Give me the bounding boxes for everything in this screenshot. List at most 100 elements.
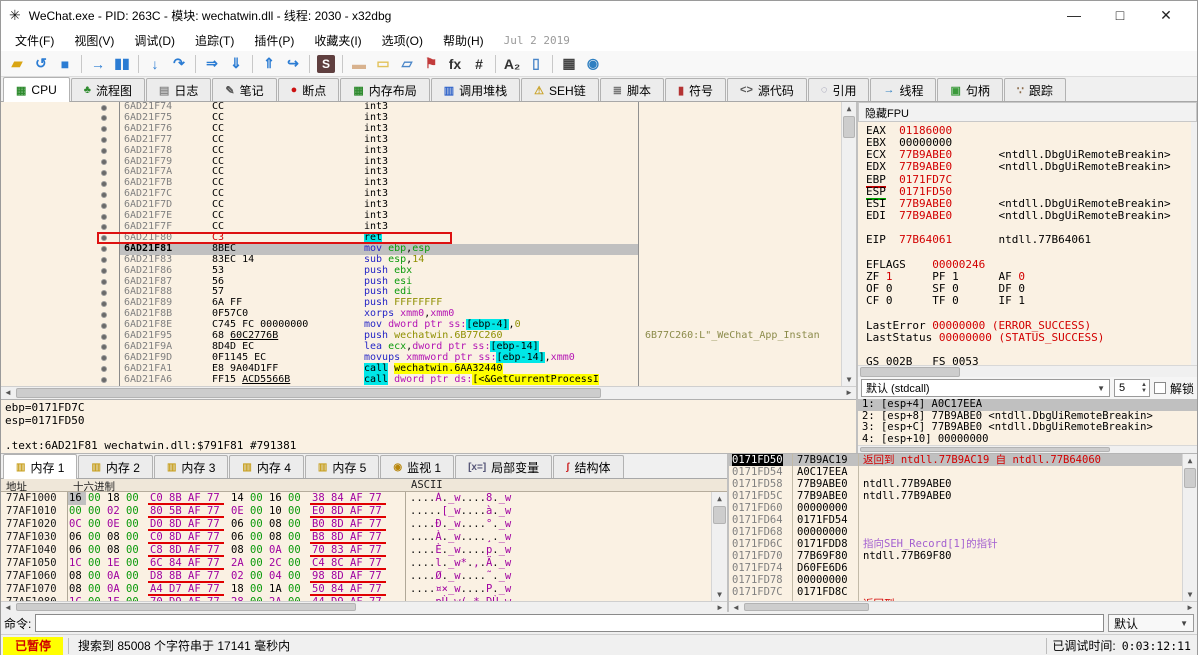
scroll-thumb[interactable] bbox=[713, 506, 726, 524]
breakpoint-dot[interactable] bbox=[101, 301, 107, 307]
tab-dump-1[interactable]: ▥内存 1 bbox=[3, 454, 77, 479]
breakpoint-gutter[interactable] bbox=[1, 287, 120, 298]
disasm-row[interactable]: 6AD21F8383EC 14sub esp,14 bbox=[1, 255, 856, 266]
tab-struct[interactable]: ʃ结构体 bbox=[553, 455, 623, 478]
comment-icon[interactable]: ▭ bbox=[371, 53, 395, 75]
breakpoint-dot[interactable] bbox=[101, 246, 107, 252]
breakpoint-gutter[interactable] bbox=[1, 331, 120, 342]
arg-count-spinner[interactable]: 5 ▲▼ bbox=[1114, 379, 1150, 397]
stack-row[interactable]: 0171FD6800000000 bbox=[729, 526, 1197, 538]
stack-table-body[interactable]: 0171FD5077B9AC19返回到 ntdll.77B9AC19 自 ntd… bbox=[729, 454, 1197, 601]
calculator-icon[interactable]: ▦ bbox=[557, 53, 581, 75]
breakpoint-gutter[interactable] bbox=[1, 102, 120, 113]
tab-handles[interactable]: ▣句柄 bbox=[937, 78, 1002, 101]
scroll-down-arrow[interactable]: ▼ bbox=[712, 588, 727, 601]
run-icon[interactable]: → bbox=[86, 53, 110, 75]
stack-row[interactable]: 0171FD5877B9ABE0ntdll.77B9ABE0 bbox=[729, 478, 1197, 490]
breakpoint-gutter[interactable] bbox=[1, 157, 120, 168]
bookmark-icon[interactable]: ⚑ bbox=[419, 53, 443, 75]
arguments-hscrollbar[interactable] bbox=[858, 445, 1197, 453]
scroll-right-arrow[interactable]: ► bbox=[1183, 602, 1197, 614]
scroll-up-arrow[interactable]: ▲ bbox=[1183, 454, 1197, 467]
patch-icon[interactable]: ▬ bbox=[347, 53, 371, 75]
breakpoint-gutter[interactable] bbox=[1, 342, 120, 353]
disasm-row[interactable]: 6AD21F77CCint3 bbox=[1, 135, 856, 146]
breakpoint-gutter[interactable] bbox=[1, 200, 120, 211]
breakpoint-gutter[interactable] bbox=[1, 375, 120, 386]
stack-vscrollbar[interactable]: ▲ ▼ bbox=[1182, 454, 1197, 601]
argument-row[interactable]: 4: [esp+10] 00000000 bbox=[858, 434, 1197, 446]
tab-locals[interactable]: [x=]局部变量 bbox=[455, 455, 552, 478]
tab-trace[interactable]: ∵跟踪 bbox=[1004, 78, 1066, 101]
breakpoint-dot[interactable] bbox=[101, 137, 107, 143]
dump-row[interactable]: 77AF100016001800C08BAF77140016003884AF77… bbox=[1, 492, 727, 505]
tab-symbols[interactable]: ▮符号 bbox=[665, 78, 726, 101]
register-line[interactable]: EDI 77B9ABE0 <ntdll.DbgUiRemoteBreakin> bbox=[866, 210, 1191, 222]
breakpoint-gutter[interactable] bbox=[1, 135, 120, 146]
step-over-icon[interactable]: ↷ bbox=[167, 53, 191, 75]
close-button[interactable]: ✕ bbox=[1143, 7, 1189, 24]
menu-item[interactable]: 插件(P) bbox=[244, 30, 304, 51]
stack-row[interactable]: 0171FD6000000000 bbox=[729, 502, 1197, 514]
dump-row[interactable]: 77AF10501C001E006C84AF772A002C00C48CAF77… bbox=[1, 557, 727, 570]
breakpoint-gutter[interactable] bbox=[1, 320, 120, 331]
tab-cpu[interactable]: ▦CPU bbox=[3, 77, 70, 102]
phone-icon[interactable]: ▯ bbox=[524, 53, 548, 75]
breakpoint-gutter[interactable] bbox=[1, 189, 120, 200]
scroll-right-arrow[interactable]: ► bbox=[842, 387, 856, 399]
scroll-down-arrow[interactable]: ▼ bbox=[842, 373, 856, 386]
menu-item[interactable]: 选项(O) bbox=[372, 30, 433, 51]
stack-row[interactable]: 0171FD5077B9AC19返回到 ntdll.77B9AC19 自 ntd… bbox=[729, 454, 1197, 466]
disasm-row[interactable]: 6AD21F78CCint3 bbox=[1, 146, 856, 157]
disasm-vscrollbar[interactable]: ▲ ▼ bbox=[841, 102, 856, 386]
tab-dump-2[interactable]: ▥内存 2 bbox=[78, 455, 152, 478]
menu-item[interactable]: 追踪(T) bbox=[185, 30, 244, 51]
stack-row[interactable]: 0171FD6C0171FDD8指向SEH_Record[1]的指针 bbox=[729, 538, 1197, 550]
calling-convention-select[interactable]: 默认 (stdcall) ▼ bbox=[861, 379, 1110, 397]
tab-script[interactable]: ≣脚本 bbox=[600, 78, 664, 101]
register-line[interactable]: LastStatus 00000000 (STATUS_SUCCESS) bbox=[866, 332, 1191, 344]
stack-row[interactable]: 0171FD7800000000 bbox=[729, 574, 1197, 586]
breakpoint-gutter[interactable] bbox=[1, 244, 120, 255]
tab-watch-1[interactable]: ◉监视 1 bbox=[380, 455, 454, 478]
stack-row[interactable]: 0171FD74D60FE6D6 bbox=[729, 562, 1197, 574]
disasm-row[interactable]: 6AD21F8653push ebx bbox=[1, 266, 856, 277]
scroll-thumb[interactable] bbox=[16, 388, 601, 398]
disassembly-view[interactable]: 6AD21F74CCint36AD21F75CCint36AD21F76CCin… bbox=[1, 102, 856, 386]
menu-item[interactable]: 帮助(H) bbox=[433, 30, 494, 51]
breakpoint-gutter[interactable] bbox=[1, 211, 120, 222]
scroll-down-arrow[interactable]: ▼ bbox=[1183, 588, 1197, 601]
dump-row[interactable]: 77AF106008000A00D88BAF7702000400988DAF77… bbox=[1, 570, 727, 583]
arguments-list[interactable]: 1: [esp+4] A0C17EEA2: [esp+8] 77B9ABE0 <… bbox=[858, 399, 1197, 445]
step-into-icon[interactable]: ↓ bbox=[143, 53, 167, 75]
scroll-thumb[interactable] bbox=[1184, 468, 1196, 488]
menu-item[interactable]: 视图(V) bbox=[64, 30, 124, 51]
globe-icon[interactable]: ◉ bbox=[581, 53, 605, 75]
menu-item[interactable]: 调试(D) bbox=[124, 30, 185, 51]
dump-hscrollbar[interactable]: ◄ ► bbox=[1, 601, 727, 612]
scroll-thumb[interactable] bbox=[16, 603, 356, 611]
tab-dump-3[interactable]: ▥内存 3 bbox=[154, 455, 228, 478]
breakpoint-gutter[interactable] bbox=[1, 113, 120, 124]
stack-hscrollbar[interactable]: ◄ ► bbox=[729, 601, 1197, 612]
breakpoint-dot[interactable] bbox=[101, 192, 107, 198]
stack-row[interactable]: 0171FD5C77B9ABE0ntdll.77B9ABE0 bbox=[729, 490, 1197, 502]
open-file-icon[interactable]: ▰ bbox=[5, 53, 29, 75]
scroll-left-arrow[interactable]: ◄ bbox=[1, 387, 15, 399]
breakpoint-dot[interactable] bbox=[101, 279, 107, 285]
breakpoint-dot[interactable] bbox=[101, 170, 107, 176]
dump-row[interactable]: 77AF107008000A00A4D7AF7718001A005084AF77… bbox=[1, 583, 727, 596]
breakpoint-gutter[interactable] bbox=[1, 364, 120, 375]
breakpoint-dot[interactable] bbox=[101, 148, 107, 154]
breakpoint-dot[interactable] bbox=[101, 344, 107, 350]
breakpoint-dot[interactable] bbox=[101, 312, 107, 318]
stack-row[interactable]: 0171FD640171FD54 bbox=[729, 514, 1197, 526]
breakpoint-gutter[interactable] bbox=[1, 178, 120, 189]
breakpoint-dot[interactable] bbox=[101, 377, 107, 383]
tab-graph[interactable]: ♣流程图 bbox=[71, 78, 145, 101]
function-icon[interactable]: fx bbox=[443, 53, 467, 75]
scroll-thumb[interactable] bbox=[860, 367, 960, 377]
tab-dump-5[interactable]: ▥内存 5 bbox=[305, 455, 379, 478]
breakpoint-gutter[interactable] bbox=[1, 255, 120, 266]
hash-icon[interactable]: # bbox=[467, 53, 491, 75]
